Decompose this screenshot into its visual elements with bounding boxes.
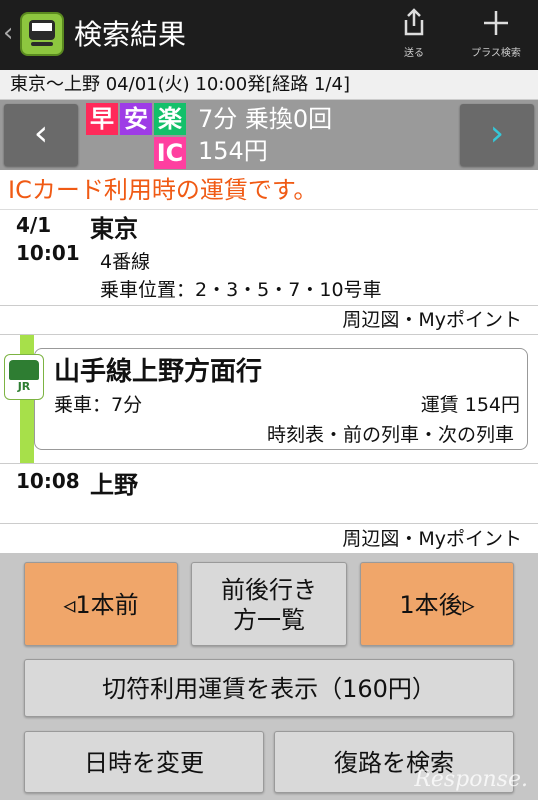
fastest-badge: 早 — [86, 103, 118, 135]
departure-map-link[interactable]: 周辺図・Myポイント — [342, 307, 522, 333]
departure-time: 10:01 — [16, 241, 80, 265]
jr-badge-label: JR — [17, 380, 31, 393]
departure-station[interactable]: 東京 — [90, 214, 138, 244]
app-logo-icon[interactable] — [20, 12, 64, 56]
arrival-station[interactable]: 上野 — [90, 470, 138, 500]
before-after-list-label-1: 前後行き — [221, 576, 317, 604]
divider — [0, 334, 538, 335]
send-label: 送る — [404, 48, 424, 59]
action-panel: ◃1本前 前後行き 方一覧 1本後▹ 切符利用運賃を表示（160円） 日時を変更… — [0, 553, 538, 800]
next-route-button[interactable]: › — [460, 104, 534, 166]
back-icon[interactable]: ‹ — [3, 18, 13, 48]
jr-train-icon: JR — [4, 354, 44, 400]
before-after-list-button[interactable]: 前後行き 方一覧 — [191, 562, 347, 646]
departure-date: 4/1 — [16, 213, 52, 237]
next-train-button[interactable]: 1本後▹ — [360, 562, 514, 646]
plus-search-label: プラス検索 — [471, 48, 521, 59]
line-name: 山手線上野方面行 — [54, 357, 263, 387]
send-button[interactable]: 送る — [374, 8, 454, 64]
ic-fare-notice: ICカード利用時の運賃です。 — [0, 170, 538, 210]
ticket-fare-button[interactable]: 切符利用運賃を表示（160円） — [24, 659, 514, 717]
ride-time: 乗車：7分 — [54, 394, 143, 416]
car-position: 乗車位置：2・3・5・7・10号車 — [100, 279, 382, 301]
cheapest-badge: 安 — [120, 103, 152, 135]
train-icon — [9, 360, 39, 380]
segment-fare: 運賃 154円 — [420, 394, 520, 416]
chevron-right-icon: › — [489, 113, 505, 154]
summary-fare: 154円 — [198, 137, 268, 165]
easiest-badge: 楽 — [154, 103, 186, 135]
previous-train-button[interactable]: ◃1本前 — [24, 562, 178, 646]
ic-badge: IC — [154, 137, 186, 169]
time-transfers: 7分 乗換0回 — [198, 105, 333, 133]
divider — [0, 523, 538, 524]
plus-search-button[interactable]: プラス検索 — [456, 8, 536, 64]
page-title: 検索結果 — [74, 18, 187, 51]
divider — [0, 463, 538, 464]
response-watermark: Response. — [414, 767, 528, 792]
change-datetime-button[interactable]: 日時を変更 — [24, 731, 264, 793]
departure-platform: 4番線 — [100, 251, 151, 273]
plus-icon — [456, 8, 536, 47]
share-icon — [374, 8, 454, 47]
route-summary-line: 東京〜上野 04/01(火) 10:00発[経路 1/4] — [0, 70, 538, 100]
chevron-left-icon: ‹ — [33, 113, 49, 154]
arrival-time: 10:08 — [16, 469, 80, 493]
previous-route-button[interactable]: ‹ — [4, 104, 78, 166]
arrival-map-link[interactable]: 周辺図・Myポイント — [342, 526, 522, 552]
app-bar: ‹ 検索結果 送る プラス検索 — [0, 0, 538, 70]
divider — [0, 305, 538, 306]
before-after-list-label-2: 方一覧 — [233, 606, 305, 634]
timetable-links[interactable]: 時刻表・前の列車・次の列車 — [267, 422, 514, 448]
